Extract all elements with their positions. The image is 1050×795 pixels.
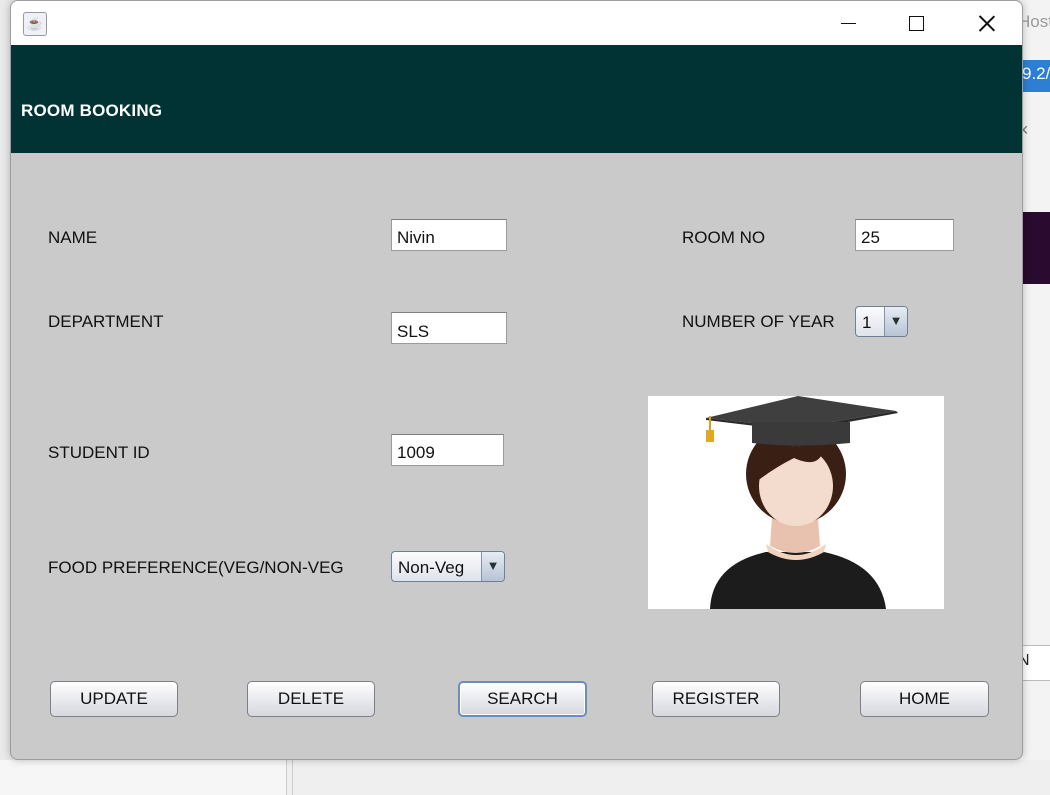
page-title: ROOM BOOKING — [21, 101, 163, 120]
minimize-icon — [840, 23, 856, 25]
number-of-year-value: 1 — [862, 313, 872, 332]
maximize-button[interactable] — [893, 5, 939, 41]
number-of-year-select[interactable]: 1 ▼ — [855, 306, 908, 337]
name-field[interactable]: Nivin — [391, 219, 507, 251]
room-booking-window: ☕ ROOM BOOKING NAME Nivin DEPARTMENT SLS… — [10, 0, 1023, 760]
room-no-label: ROOM NO — [682, 228, 766, 247]
background-ip-text: 9.2/ — [1022, 64, 1050, 83]
number-of-year-label: NUMBER OF YEAR — [682, 312, 835, 331]
food-preference-label: FOOD PREFERENCE(VEG/NON-VEG — [48, 558, 344, 577]
close-button[interactable] — [963, 5, 1009, 41]
register-button[interactable]: REGISTER — [652, 681, 780, 717]
header-banner: ROOM BOOKING — [11, 45, 1022, 153]
search-button[interactable]: SEARCH — [458, 681, 587, 717]
update-button[interactable]: UPDATE — [50, 681, 178, 717]
student-id-label: STUDENT ID — [48, 443, 150, 462]
name-label: NAME — [48, 228, 98, 247]
maximize-icon — [908, 16, 924, 32]
student-id-field[interactable]: 1009 — [391, 434, 504, 466]
department-label: DEPARTMENT — [48, 312, 164, 331]
background-left-pane — [0, 760, 287, 795]
background-divider — [292, 760, 293, 795]
chevron-down-icon[interactable]: ▼ — [884, 307, 907, 336]
close-icon — [978, 15, 995, 32]
graduate-avatar-icon — [648, 396, 944, 609]
background-bottom-area — [0, 760, 1050, 795]
minimize-button[interactable] — [825, 5, 871, 41]
delete-button[interactable]: DELETE — [247, 681, 375, 717]
food-preference-select[interactable]: Non-Veg ▼ — [391, 551, 505, 582]
department-field[interactable]: SLS — [391, 312, 507, 344]
java-icon: ☕ — [23, 12, 47, 36]
food-preference-value: Non-Veg — [398, 558, 465, 577]
student-photo — [648, 396, 944, 609]
title-bar: ☕ — [11, 1, 1022, 45]
chevron-down-icon[interactable]: ▼ — [481, 552, 504, 581]
home-button[interactable]: HOME — [860, 681, 989, 717]
room-no-field[interactable]: 25 — [855, 219, 954, 251]
background-panel — [1022, 212, 1050, 284]
